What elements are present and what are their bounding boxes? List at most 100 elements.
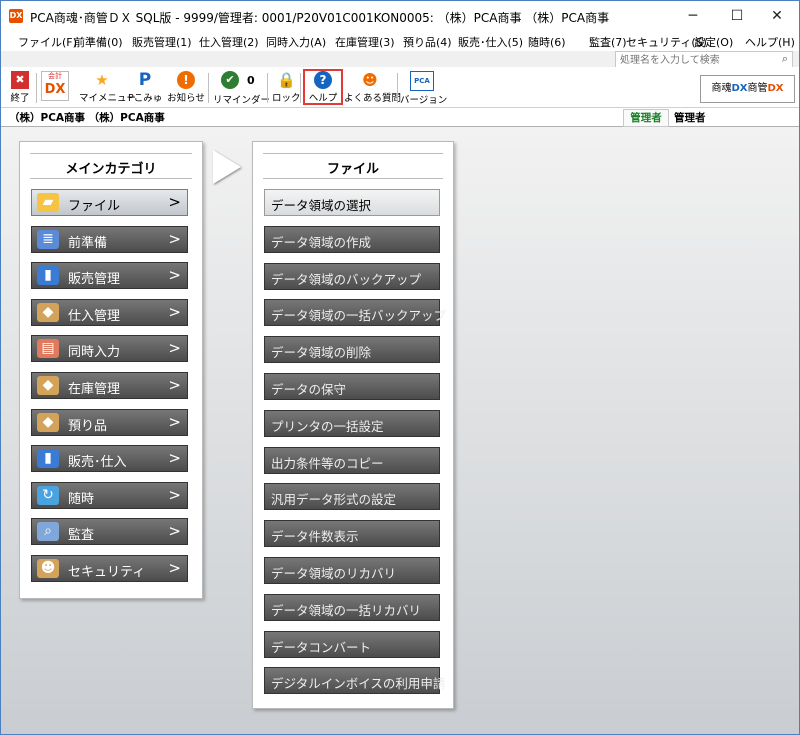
category-button[interactable]: ☻ セキュリティ >: [31, 555, 188, 582]
list-icon: ≣: [37, 229, 59, 249]
app-dx-icon: DX: [9, 9, 23, 23]
chevron-right-icon: >: [168, 559, 181, 577]
logo-left: 商魂: [711, 83, 732, 94]
company-bar: （株）PCA商事 （株）PCA商事 管理者 管理者: [1, 108, 799, 127]
menu-item[interactable]: 監査(7): [589, 34, 627, 50]
file-menu-label: データ領域の選択: [271, 198, 372, 213]
kaikei-dx-icon: 会計 DX: [41, 71, 69, 101]
file-menu-item[interactable]: データ領域のバックアップ: [264, 262, 440, 290]
person-icon: ☻: [362, 71, 378, 89]
menu-item[interactable]: 随時(6): [528, 34, 566, 50]
arrow-icon: [213, 150, 241, 184]
chevron-right-icon: >: [168, 449, 181, 468]
role-badge: 管理者: [623, 109, 669, 127]
toolbar-separator: [267, 73, 268, 103]
file-menu-item[interactable]: 汎用データ形式の設定: [264, 483, 440, 511]
company-name: （株）PCA商事 （株）PCA商事: [9, 112, 165, 124]
product-logo: 商魂DX商管DX: [700, 75, 795, 103]
lock-button[interactable]: 🔒 ロック: [272, 71, 301, 105]
file-menu-label: データ件数表示: [271, 529, 359, 545]
alert-icon: !: [177, 71, 195, 89]
category-button[interactable]: ◆ 預り品 >: [31, 408, 188, 436]
version-button[interactable]: PCA バージョン: [400, 71, 448, 106]
chevron-right-icon: >: [168, 266, 181, 285]
main-content: メインカテゴリ ファイル ▰ ファイル > ≣ 前準備 > ▮ 販売管理 > ◆ 仕入管理 > ▤ 同時入…: [1, 127, 799, 734]
magnifier-icon: ⌕: [37, 522, 59, 542]
user-name: 管理者: [674, 112, 706, 124]
reminder-count: 0: [247, 74, 255, 87]
exit-button[interactable]: ✖ 終了: [5, 71, 35, 105]
file-menu-label: データコンバート: [271, 639, 372, 655]
divider: [263, 153, 443, 154]
kaikei-button[interactable]: 会計 DX: [39, 71, 71, 105]
chevron-right-icon: >: [168, 522, 181, 541]
search-icon[interactable]: ⌕: [782, 52, 788, 66]
category-label: 監査: [68, 528, 95, 544]
exit-label: 終了: [10, 93, 30, 104]
kaikei-label: 会計: [48, 72, 62, 80]
category-button[interactable]: ▤ 同時入力 >: [31, 335, 188, 363]
menu-item[interactable]: 同時入力(A): [266, 34, 326, 50]
minimize-button[interactable]: ─: [671, 1, 715, 31]
category-button[interactable]: ▮ 販売･仕入 >: [31, 445, 188, 473]
kaikei-dx-label: DX: [44, 82, 66, 97]
category-button[interactable]: ◆ 仕入管理 >: [31, 298, 188, 326]
category-button[interactable]: ▰ ファイル >: [31, 189, 188, 216]
chevron-right-icon: >: [168, 302, 181, 321]
menu-item[interactable]: 販売管理(1): [132, 34, 192, 50]
menu-item[interactable]: ヘルプ(H): [745, 34, 795, 50]
bar-chart-icon: ▮: [37, 266, 59, 286]
file-menu-item[interactable]: データ領域の作成: [264, 225, 440, 253]
file-menu-item[interactable]: データ領域の選択: [264, 189, 440, 216]
category-label: 販売管理: [68, 272, 121, 288]
file-menu-item[interactable]: デジタルインボイスの利用申請: [264, 667, 445, 695]
package-icon: ◆: [37, 412, 59, 432]
pcomyu-button[interactable]: P Pこみゅ: [128, 71, 162, 105]
file-menu-item[interactable]: データの保守: [264, 373, 440, 400]
chevron-right-icon: >: [168, 193, 181, 211]
file-menu-item[interactable]: データ領域の一括バックアップ: [264, 299, 446, 327]
file-menu-item[interactable]: データ件数表示: [264, 520, 440, 548]
category-button[interactable]: ↻ 随時 >: [31, 481, 188, 509]
notice-button[interactable]: ! お知らせ: [167, 71, 205, 105]
category-button[interactable]: ◆ 在庫管理 >: [31, 372, 188, 399]
file-menu-item[interactable]: データ領域の一括リカバリ: [264, 593, 440, 621]
category-label: 随時: [68, 491, 95, 507]
pcomyu-label: Pこみゅ: [128, 93, 163, 104]
notice-label: お知らせ: [167, 93, 205, 104]
close-button[interactable]: ✕: [755, 1, 799, 31]
file-menu-item[interactable]: データコンバート: [264, 630, 440, 658]
main-category-title: メインカテゴリ: [65, 162, 157, 177]
version-label: バージョン: [400, 95, 448, 106]
menu-item[interactable]: 前準備(0): [74, 34, 123, 50]
file-menu-label: 出力条件等のコピー: [271, 455, 384, 471]
file-menu-label: データの保守: [271, 382, 347, 397]
refresh-icon: ↻: [37, 485, 59, 505]
menu-item[interactable]: 設定(O): [694, 34, 733, 50]
file-menu-item[interactable]: データ領域の削除: [264, 336, 440, 364]
category-button[interactable]: ▮ 販売管理 >: [31, 262, 188, 290]
divider: [30, 153, 192, 154]
category-button[interactable]: ⌕ 監査 >: [31, 518, 188, 546]
menu-item[interactable]: 販売･仕入(5): [458, 34, 523, 50]
category-button[interactable]: ≣ 前準備 >: [31, 225, 188, 253]
file-menu-label: デジタルインボイスの利用申請: [271, 676, 446, 692]
menu-item[interactable]: 在庫管理(3): [335, 34, 395, 50]
menu-item[interactable]: ファイル(F): [18, 34, 77, 50]
maximize-button[interactable]: ☐: [715, 1, 759, 31]
app-window: DX PCA商魂･商管ＤＸ SQL版 - 9999/管理者: 0001/P20V…: [0, 0, 800, 735]
file-menu-item[interactable]: データ領域のリカバリ: [264, 557, 440, 584]
file-menu-item[interactable]: プリンタの一括設定: [264, 409, 440, 437]
file-menu-item[interactable]: 出力条件等のコピー: [264, 446, 440, 474]
menu-item[interactable]: 預り品(4): [403, 34, 452, 50]
reminder-button[interactable]: ✔ 0 リマインダー: [213, 71, 270, 106]
chevron-right-icon: >: [168, 229, 181, 248]
category-label: 在庫管理: [68, 382, 121, 397]
menu-item[interactable]: 仕入管理(2): [199, 34, 259, 50]
file-menu-label: データ領域のバックアップ: [271, 271, 422, 287]
my-menu-button[interactable]: ★ マイメニュー: [79, 71, 136, 105]
divider: [263, 178, 443, 179]
file-menu-label: データ領域の一括リカバリ: [271, 602, 422, 618]
category-label: 仕入管理: [68, 308, 121, 324]
faq-button[interactable]: ☻ よくある質問: [344, 71, 401, 105]
